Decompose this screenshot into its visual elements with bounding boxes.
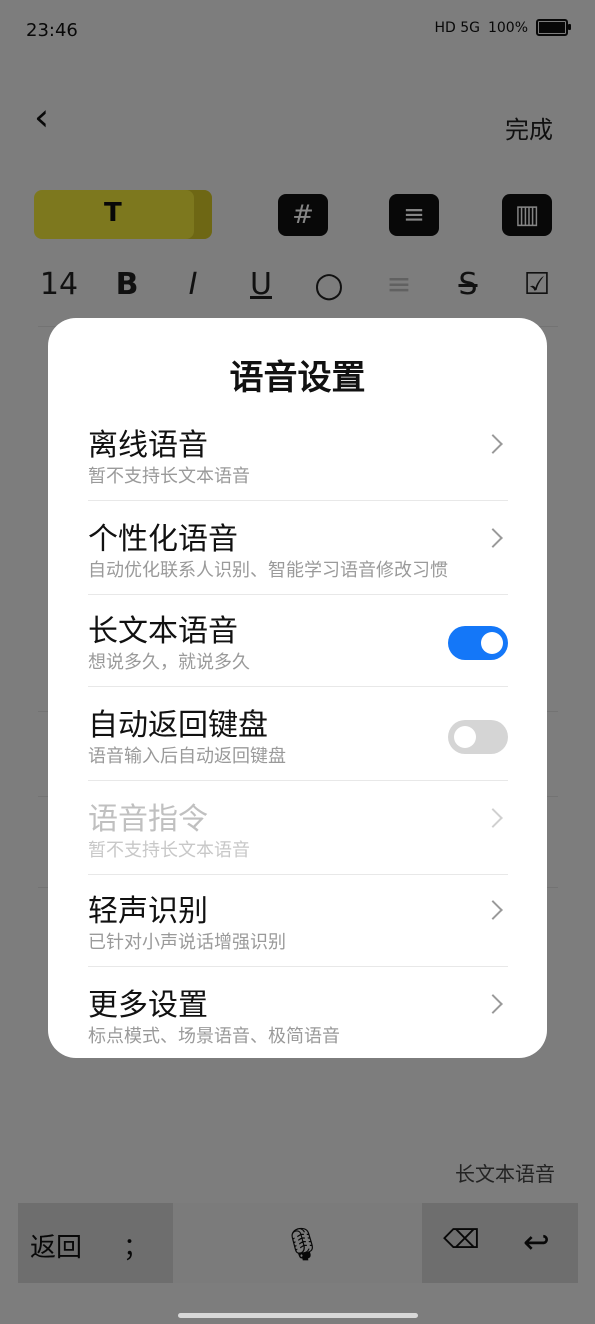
- setting-subtitle: 语音输入后自动返回键盘: [88, 746, 286, 767]
- chevron-right-icon: [483, 528, 503, 548]
- setting-subtitle: 暂不支持长文本语音: [88, 466, 250, 487]
- setting-title: 自动返回键盘: [88, 708, 268, 743]
- setting-title: 更多设置: [88, 988, 208, 1023]
- home-indicator: [178, 1313, 418, 1318]
- more-settings-row[interactable]: 更多设置 标点模式、场景语音、极简语音: [88, 966, 508, 1060]
- voice-command-row: 语音指令 暂不支持长文本语音: [88, 780, 508, 875]
- dialog-title: 语音设置: [229, 358, 366, 398]
- setting-title: 轻声识别: [88, 894, 208, 929]
- setting-subtitle: 标点模式、场景语音、极简语音: [88, 1026, 340, 1047]
- chevron-right-icon: [483, 994, 503, 1014]
- offline-voice-row[interactable]: 离线语音 暂不支持长文本语音: [88, 406, 508, 501]
- toggle-knob: [481, 632, 503, 654]
- setting-subtitle: 已针对小声说话增强识别: [88, 932, 286, 953]
- setting-title: 长文本语音: [88, 614, 238, 649]
- auto-return-keyboard-row[interactable]: 自动返回键盘 语音输入后自动返回键盘: [88, 686, 508, 781]
- chevron-right-icon: [483, 900, 503, 920]
- setting-title: 个性化语音: [88, 522, 238, 557]
- setting-subtitle: 自动优化联系人识别、智能学习语音修改习惯: [88, 560, 448, 581]
- setting-title: 离线语音: [88, 428, 208, 463]
- voice-settings-dialog: 语音设置 离线语音 暂不支持长文本语音 个性化语音 自动优化联系人识别、智能学习…: [48, 318, 547, 1058]
- long-text-voice-row[interactable]: 长文本语音 想说多久，就说多久: [88, 592, 508, 687]
- setting-subtitle: 暂不支持长文本语音: [88, 840, 250, 861]
- setting-subtitle: 想说多久，就说多久: [88, 652, 250, 673]
- personalized-voice-row[interactable]: 个性化语音 自动优化联系人识别、智能学习语音修改习惯: [88, 500, 508, 595]
- chevron-right-icon: [483, 434, 503, 454]
- auto-return-keyboard-toggle[interactable]: [448, 720, 508, 754]
- chevron-right-icon: [483, 808, 503, 828]
- toggle-knob: [454, 726, 476, 748]
- whisper-recognition-row[interactable]: 轻声识别 已针对小声说话增强识别: [88, 872, 508, 967]
- long-text-voice-toggle[interactable]: [448, 626, 508, 660]
- setting-title: 语音指令: [88, 802, 208, 837]
